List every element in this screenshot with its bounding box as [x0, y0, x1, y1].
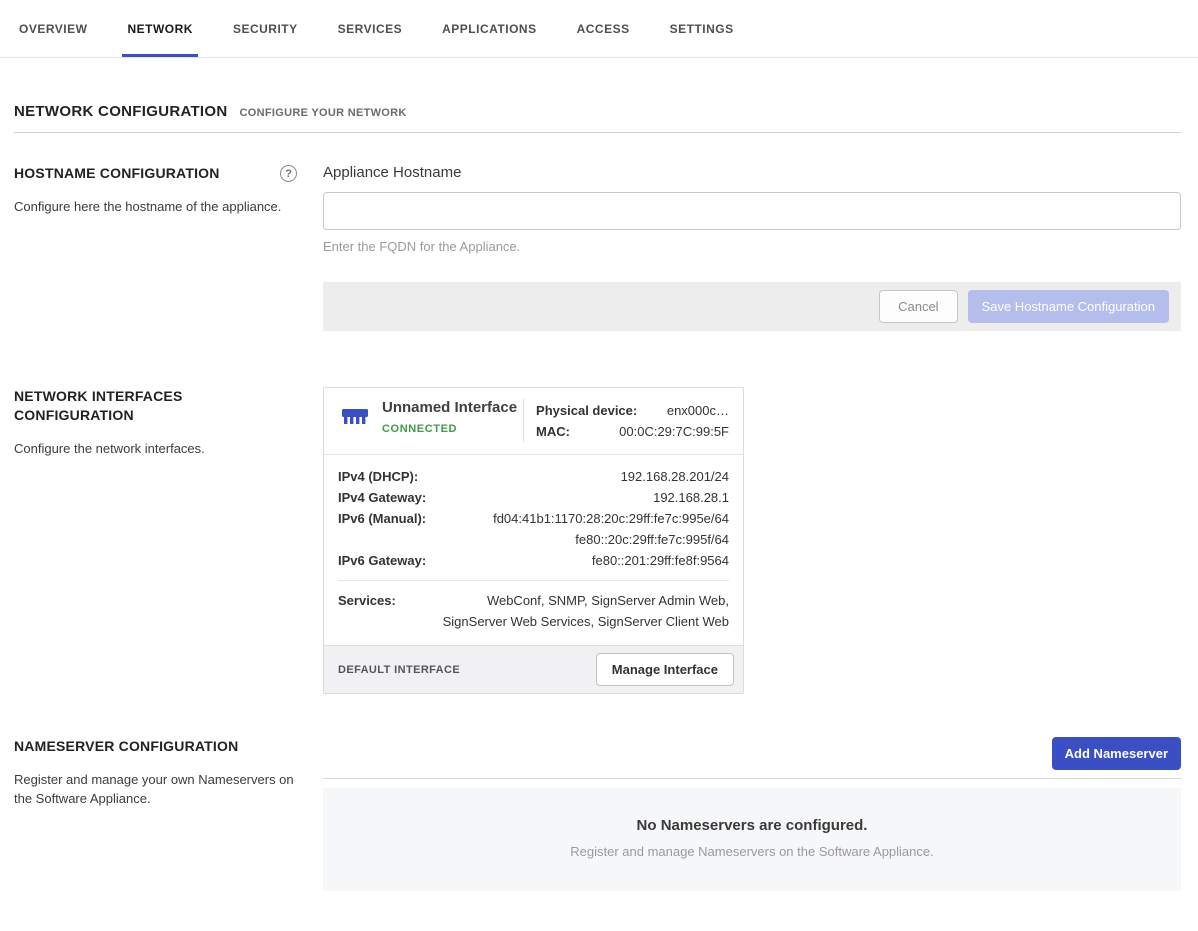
ipv6-gateway-row: IPv6 Gateway: fe80::201:29ff:fe8f:9564 — [338, 550, 729, 571]
interface-card: Unnamed Interface CONNECTED Physical dev… — [323, 387, 744, 694]
nameserver-section-intro: NAMESERVER CONFIGURATION Register and ma… — [14, 737, 323, 891]
services-row: Services: WebConf, SNMP, SignServer Admi… — [338, 590, 729, 632]
services-value: WebConf, SNMP, SignServer Admin Web, Sig… — [421, 590, 729, 632]
hostname-form: Appliance Hostname Enter the FQDN for th… — [323, 164, 1181, 331]
appliance-hostname-help-text: Enter the FQDN for the Appliance. — [323, 239, 1181, 254]
page-subtitle: CONFIGURE YOUR NETWORK — [240, 107, 407, 119]
physical-device-value: enx000c… — [667, 400, 729, 421]
ipv6-manual-label: IPv6 (Manual): — [338, 508, 426, 550]
appliance-hostname-label: Appliance Hostname — [323, 164, 1181, 181]
interfaces-description: Configure the network interfaces. — [14, 439, 299, 459]
ipv4-dhcp-row: IPv4 (DHCP): 192.168.28.201/24 — [338, 466, 729, 487]
ipv4-gateway-row: IPv4 Gateway: 192.168.28.1 — [338, 487, 729, 508]
mac-label: MAC: — [536, 421, 570, 442]
page-header: NETWORK CONFIGURATION CONFIGURE YOUR NET… — [14, 103, 1181, 120]
tab-overview[interactable]: OVERVIEW — [14, 0, 92, 57]
nameserver-divider — [323, 778, 1181, 779]
services-divider — [338, 580, 729, 581]
tab-applications[interactable]: APPLICATIONS — [437, 0, 541, 57]
hostname-heading: HOSTNAME CONFIGURATION — [14, 164, 220, 183]
add-nameserver-button[interactable]: Add Nameserver — [1052, 737, 1181, 770]
physical-device-label: Physical device: — [536, 400, 637, 421]
top-nav: OVERVIEW NETWORK SECURITY SERVICES APPLI… — [0, 0, 1198, 58]
cancel-button[interactable]: Cancel — [879, 290, 957, 323]
interface-card-header: Unnamed Interface CONNECTED Physical dev… — [324, 388, 743, 455]
ipv6-gateway-label: IPv6 Gateway: — [338, 550, 426, 571]
hostname-section-intro: HOSTNAME CONFIGURATION ? Configure here … — [14, 164, 323, 331]
save-hostname-button[interactable]: Save Hostname Configuration — [968, 290, 1169, 323]
ipv6-gateway-value: fe80::201:29ff:fe8f:9564 — [426, 550, 729, 571]
nameserver-description: Register and manage your own Nameservers… — [14, 770, 299, 809]
tab-settings[interactable]: SETTINGS — [665, 0, 739, 57]
hostname-description: Configure here the hostname of the appli… — [14, 197, 299, 217]
help-icon[interactable]: ? — [280, 165, 297, 182]
manage-interface-button[interactable]: Manage Interface — [596, 653, 734, 686]
interface-card-body: IPv4 (DHCP): 192.168.28.201/24 IPv4 Gate… — [324, 455, 743, 645]
services-label: Services: — [338, 590, 396, 632]
tab-network[interactable]: NETWORK — [122, 0, 198, 57]
ipv6-manual-value-1: fd04:41b1:1170:28:20c:29ff:fe7c:995e/64 — [493, 511, 729, 526]
default-interface-badge: DEFAULT INTERFACE — [338, 664, 460, 676]
network-interface-icon — [340, 404, 370, 431]
interface-name: Unnamed Interface — [382, 399, 517, 416]
nameserver-empty-subtitle: Register and manage Nameservers on the S… — [343, 844, 1161, 859]
nameserver-empty-state: No Nameservers are configured. Register … — [323, 788, 1181, 891]
tab-security[interactable]: SECURITY — [228, 0, 303, 57]
tab-services[interactable]: SERVICES — [333, 0, 407, 57]
mac-value: 00:0C:29:7C:99:5F — [619, 421, 729, 442]
interfaces-heading: NETWORK INTERFACES CONFIGURATION — [14, 387, 244, 425]
hostname-action-bar: Cancel Save Hostname Configuration — [323, 282, 1181, 331]
ipv6-manual-row: IPv6 (Manual): fd04:41b1:1170:28:20c:29f… — [338, 508, 729, 550]
nameserver-toolbar: Add Nameserver — [323, 737, 1181, 770]
tab-access[interactable]: ACCESS — [572, 0, 635, 57]
nameserver-section: NAMESERVER CONFIGURATION Register and ma… — [14, 737, 1181, 891]
network-interfaces-section: NETWORK INTERFACES CONFIGURATION Configu… — [14, 387, 1181, 694]
appliance-hostname-input[interactable] — [323, 192, 1181, 230]
nameserver-heading: NAMESERVER CONFIGURATION — [14, 737, 244, 756]
page-content: NETWORK CONFIGURATION CONFIGURE YOUR NET… — [0, 103, 1198, 891]
page-title: NETWORK CONFIGURATION — [14, 103, 228, 120]
header-divider — [523, 399, 524, 442]
interface-card-footer: DEFAULT INTERFACE Manage Interface — [324, 645, 743, 693]
ipv4-gateway-value: 192.168.28.1 — [426, 487, 729, 508]
page-divider — [14, 132, 1181, 133]
nameserver-empty-title: No Nameservers are configured. — [343, 817, 1161, 834]
ipv4-dhcp-label: IPv4 (DHCP): — [338, 466, 418, 487]
interface-status-badge: CONNECTED — [382, 423, 517, 435]
ipv4-gateway-label: IPv4 Gateway: — [338, 487, 426, 508]
interfaces-section-intro: NETWORK INTERFACES CONFIGURATION Configu… — [14, 387, 323, 694]
ipv6-manual-value-2: fe80::20c:29ff:fe7c:995f/64 — [575, 532, 729, 547]
hostname-section: HOSTNAME CONFIGURATION ? Configure here … — [14, 164, 1181, 331]
ipv4-dhcp-value: 192.168.28.201/24 — [418, 466, 729, 487]
